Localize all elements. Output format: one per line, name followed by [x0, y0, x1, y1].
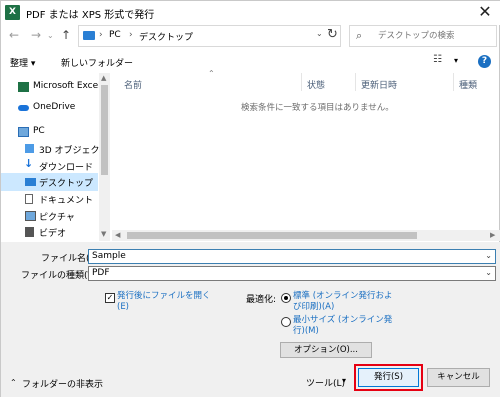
nav-item-label: OneDrive [33, 102, 76, 112]
scroll-left-icon[interactable]: ◀ [115, 231, 120, 239]
empty-message: 検索条件に一致する項目はありません。 [241, 103, 394, 113]
open-after-publish-checkbox[interactable]: ✓ [105, 293, 115, 303]
cancel-button[interactable]: キャンセル [427, 368, 490, 387]
nav-item-desktop[interactable]: デスクトップ [1, 173, 98, 191]
nav-item-onedrive[interactable]: OneDrive [1, 99, 98, 117]
cube-icon [25, 144, 34, 153]
column-divider [453, 73, 454, 91]
tools-dropdown-icon[interactable]: ▾ [342, 376, 346, 385]
nav-item-label: PC [33, 126, 45, 136]
scroll-right-icon[interactable]: ▶ [490, 231, 495, 239]
optimize-minimum-label-line1[interactable]: 最小サイズ (オンライン発 [293, 315, 392, 326]
filetype-value: PDF [92, 268, 110, 278]
up-arrow-icon[interactable]: ↑ [61, 28, 71, 42]
search-input[interactable] [378, 29, 493, 43]
optimize-standard-radio[interactable] [281, 293, 291, 303]
chevron-up-icon[interactable]: ⌃ [10, 378, 17, 387]
chevron-down-icon[interactable]: ⌄ [485, 268, 492, 277]
column-header-status[interactable]: 状態 [307, 78, 325, 91]
open-after-publish-label-line2[interactable]: (E) [117, 302, 129, 313]
crumb-separator: › [129, 30, 133, 40]
publish-button[interactable]: 発行(S) [358, 368, 419, 387]
column-header-modified[interactable]: 更新日時 [361, 78, 397, 91]
excel-icon [18, 82, 29, 92]
crumb-separator: › [99, 30, 103, 40]
scrollbar-thumb[interactable] [127, 232, 417, 239]
options-button[interactable]: オプション(O)... [280, 342, 372, 358]
refresh-icon[interactable]: ↻ [327, 27, 338, 42]
address-dropdown-icon[interactable]: ⌄ [316, 29, 323, 38]
open-after-publish-label-line1[interactable]: 発行後にファイルを開く [117, 291, 211, 302]
organize-button[interactable]: 整理 ▾ [10, 56, 35, 69]
filetype-select[interactable]: PDF ⌄ [88, 266, 496, 281]
nav-item-documents[interactable]: ドキュメント [1, 190, 98, 208]
nav-item-label: デスクトップ [39, 179, 94, 189]
nav-item-label: ピクチャ [39, 213, 75, 223]
tools-menu[interactable]: ツール(L) [306, 376, 345, 389]
help-icon[interactable]: ? [478, 55, 491, 68]
close-button[interactable]: ✕ [471, 1, 499, 23]
pc-icon [83, 31, 95, 40]
optimize-minimum-label-line2[interactable]: 行)(M) [293, 326, 319, 337]
column-divider [355, 73, 356, 91]
nav-item-label: ダウンロード [39, 163, 94, 173]
search-icon: ⌕ [356, 29, 363, 42]
video-icon [25, 227, 34, 237]
scroll-down-icon[interactable]: ▼ [101, 230, 106, 238]
scroll-up-icon[interactable]: ▲ [101, 74, 106, 82]
document-icon [25, 194, 33, 204]
scrollbar-thumb[interactable] [101, 85, 108, 175]
recent-dropdown-icon[interactable]: ⌄ [47, 31, 54, 40]
cloud-icon [18, 105, 29, 111]
publish-dialog: X PDF または XPS 形式で発行 ✕ ← → ⌄ ↑ › PC › デスク… [0, 0, 500, 397]
nav-item-pc[interactable]: PC [1, 123, 98, 141]
filename-field[interactable]: Sample ⌄ [88, 249, 496, 264]
back-arrow-icon[interactable]: ← [9, 28, 19, 42]
picture-icon [25, 211, 36, 221]
new-folder-button[interactable]: 新しいフォルダー [61, 56, 133, 69]
optimize-minimum-radio[interactable] [281, 317, 291, 327]
nav-item-3d-objects[interactable]: 3D オブジェクト [1, 140, 109, 158]
column-header-type[interactable]: 種類 [459, 78, 477, 91]
column-header-name[interactable]: 名前 [124, 78, 142, 91]
breadcrumb-desktop[interactable]: デスクトップ [139, 30, 193, 43]
excel-app-icon: X [5, 5, 20, 20]
nav-item-label: ドキュメント [39, 196, 94, 206]
hide-folders-link[interactable]: フォルダーの非表示 [22, 377, 103, 390]
optimize-standard-label-line2[interactable]: び印刷)(A) [293, 302, 334, 313]
column-divider [301, 73, 302, 91]
window-title: PDF または XPS 形式で発行 [26, 10, 155, 21]
nav-scrollbar[interactable]: ▲ ▼ [99, 73, 110, 241]
desktop-icon [25, 178, 36, 186]
file-list [112, 73, 500, 241]
view-dropdown-icon[interactable]: ▾ [454, 56, 458, 65]
download-arrow-icon: ↓ [24, 157, 34, 170]
nav-item-videos[interactable]: ビデオ [1, 223, 98, 241]
sort-indicator-icon: ⌃ [208, 69, 215, 78]
forward-arrow-icon[interactable]: → [31, 28, 41, 42]
address-bar[interactable]: › PC › デスクトップ ⌄ ↻ [78, 25, 341, 47]
chevron-down-icon[interactable]: ⌄ [485, 251, 492, 260]
nav-item-label: ビデオ [39, 229, 67, 239]
optimize-standard-label-line1[interactable]: 標準 (オンライン発行およ [293, 291, 393, 302]
view-options-icon[interactable]: ☷ [433, 54, 442, 65]
nav-item-excel[interactable]: Microsoft Excel [1, 78, 101, 96]
file-list-hscrollbar[interactable]: ◀ ▶ [112, 230, 500, 241]
search-box[interactable]: ⌕ [349, 25, 497, 47]
nav-item-label: Microsoft Excel [33, 81, 101, 91]
computer-icon [18, 127, 29, 137]
filename-value: Sample [92, 251, 126, 261]
breadcrumb-pc[interactable]: PC [109, 30, 121, 40]
optimize-label: 最適化: [246, 295, 277, 305]
